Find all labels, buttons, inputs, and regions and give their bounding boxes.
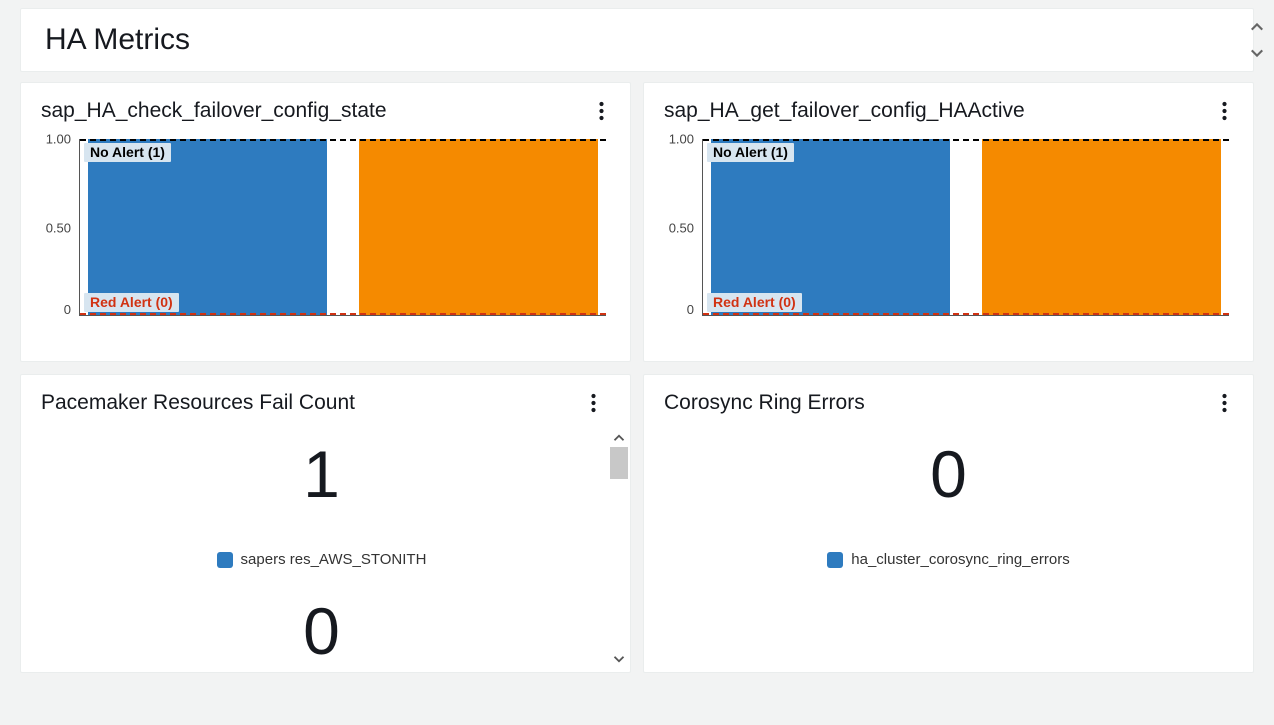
y-tick: 0.50 xyxy=(46,220,71,235)
metric-value: 0 xyxy=(930,441,967,507)
y-tick: 1.00 xyxy=(46,132,71,147)
bar-chart: 0 0.50 1.00 No Alert (1) Red Alert (0) xyxy=(79,139,606,334)
chart-bar xyxy=(88,139,327,315)
threshold-label-high: No Alert (1) xyxy=(84,143,171,162)
threshold-label-low: Red Alert (0) xyxy=(707,293,802,312)
y-tick: 1.00 xyxy=(669,132,694,147)
legend-row: ha_cluster_corosync_ring_errors xyxy=(827,551,1069,568)
metric-value: 1 xyxy=(303,441,340,507)
scroll-up-button[interactable] xyxy=(1247,17,1267,37)
panel-title: sap_HA_check_failover_config_state xyxy=(41,99,387,123)
panel-title: sap_HA_get_failover_config_HAActive xyxy=(664,99,1025,123)
y-tick: 0 xyxy=(687,302,694,317)
scroll-down-button[interactable] xyxy=(1247,43,1267,63)
panel-title: Pacemaker Resources Fail Count xyxy=(41,391,355,415)
legend-swatch xyxy=(217,552,233,568)
scroll-up-icon[interactable] xyxy=(610,429,628,447)
legend-row: sapers res_AWS_STONITH xyxy=(217,551,427,568)
scrollbar-track[interactable] xyxy=(610,447,628,650)
section-title: HA Metrics xyxy=(45,23,1229,57)
legend-label: ha_cluster_corosync_ring_errors xyxy=(851,551,1069,568)
legend-label: sapers res_AWS_STONITH xyxy=(241,551,427,568)
threshold-label-low: Red Alert (0) xyxy=(84,293,179,312)
bar-chart: 0 0.50 1.00 No Alert (1) Red Alert (0) xyxy=(702,139,1229,334)
metric-value: 0 xyxy=(303,598,340,664)
chart-bar xyxy=(711,139,950,315)
scrollbar-thumb[interactable] xyxy=(610,447,628,479)
panel-menu-button[interactable] xyxy=(584,391,602,415)
metric-panel-failover-config-state: sap_HA_check_failover_config_state 0 0.5… xyxy=(20,82,631,362)
section-header: HA Metrics xyxy=(20,8,1254,72)
scroll-down-icon[interactable] xyxy=(610,650,628,668)
y-tick: 0 xyxy=(64,302,71,317)
panel-menu-button[interactable] xyxy=(1215,99,1233,123)
metric-panel-failover-ha-active: sap_HA_get_failover_config_HAActive 0 0.… xyxy=(643,82,1254,362)
panel-scrollbar[interactable] xyxy=(610,429,628,668)
y-tick: 0.50 xyxy=(669,220,694,235)
panel-title: Corosync Ring Errors xyxy=(664,391,865,415)
chart-bar xyxy=(359,139,598,315)
chart-bar xyxy=(982,139,1221,315)
metric-panel-corosync-ring-errors: Corosync Ring Errors 0 ha_cluster_corosy… xyxy=(643,374,1254,673)
metric-panel-pacemaker-fail-count: Pacemaker Resources Fail Count 1 sapers … xyxy=(20,374,631,673)
panel-menu-button[interactable] xyxy=(592,99,610,123)
legend-swatch xyxy=(827,552,843,568)
panel-menu-button[interactable] xyxy=(1215,391,1233,415)
threshold-label-high: No Alert (1) xyxy=(707,143,794,162)
